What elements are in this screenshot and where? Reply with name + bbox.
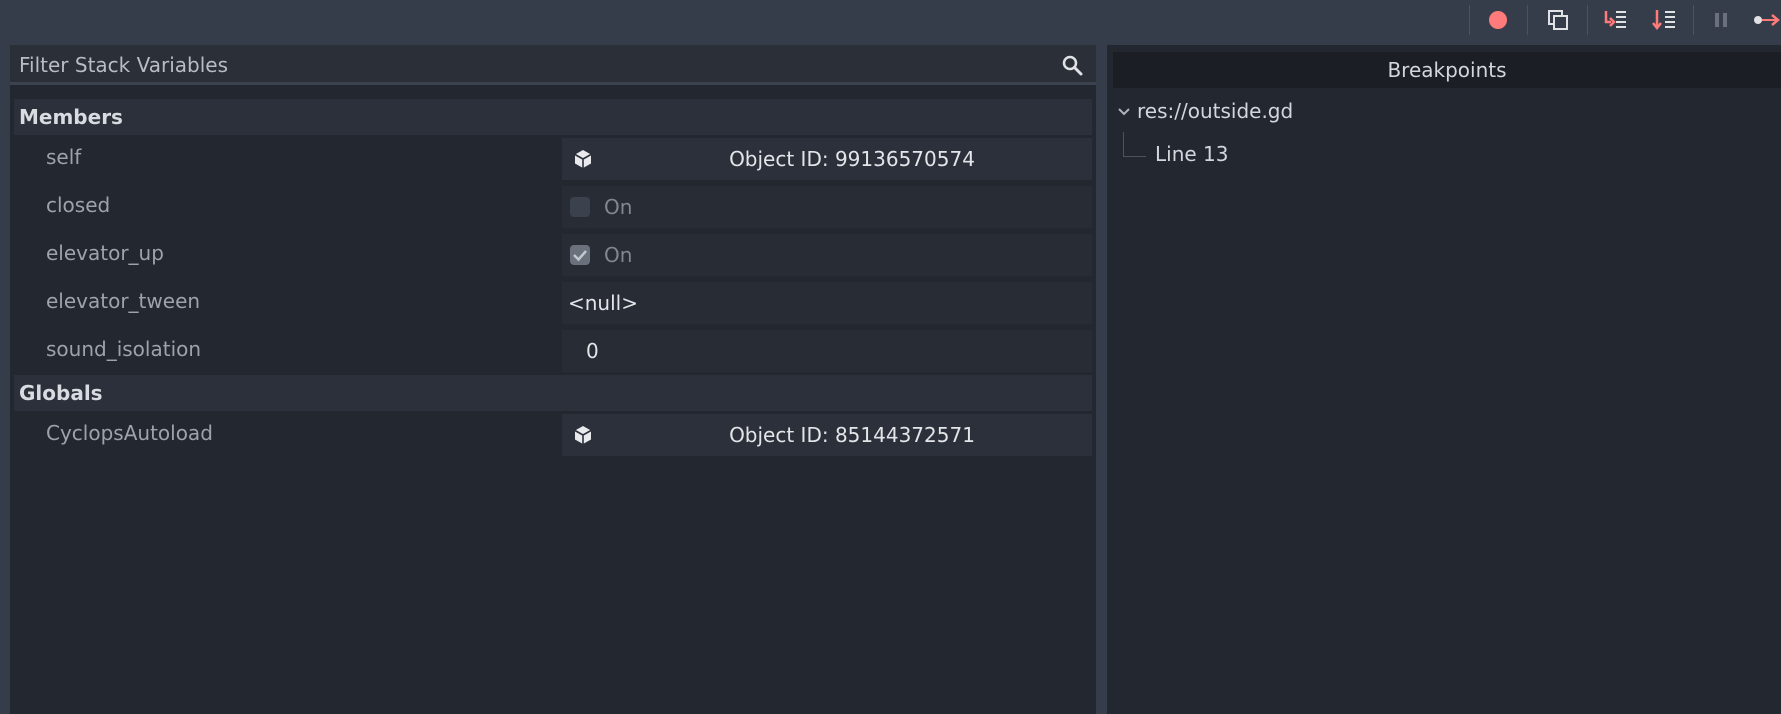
- variable-row-cyclops-autoload[interactable]: CyclopsAutoload Object ID: 85144372571: [14, 411, 1092, 459]
- checkmark-icon: [573, 250, 587, 262]
- continue-button[interactable]: [1752, 6, 1781, 34]
- object-value-field[interactable]: Object ID: 99136570574: [562, 138, 1092, 180]
- object-value-field[interactable]: Object ID: 85144372571: [562, 414, 1092, 456]
- object-id-text: Object ID: 99136570574: [729, 147, 975, 171]
- step-over-button[interactable]: [1649, 6, 1679, 34]
- step-over-icon: [1652, 10, 1675, 31]
- variable-name: elevator_up: [46, 241, 164, 265]
- breakpoints-header: Breakpoints: [1113, 52, 1781, 88]
- breakpoint-file-item[interactable]: res://outside.gd: [1107, 97, 1781, 127]
- filter-bar: [10, 45, 1096, 85]
- step-into-icon: [1604, 11, 1626, 28]
- variable-row-elevator-up[interactable]: elevator_up On: [14, 231, 1092, 279]
- tree-guide-line: [1123, 132, 1146, 157]
- filter-stack-variables-input[interactable]: [19, 52, 1029, 78]
- breakpoint-line-item[interactable]: Line 13: [1107, 132, 1781, 170]
- checkbox-label: On: [604, 195, 633, 219]
- variable-name: sound_isolation: [46, 337, 202, 361]
- breakpoint-file-label: res://outside.gd: [1137, 99, 1294, 123]
- record-button[interactable]: [1483, 6, 1513, 34]
- number-value-field[interactable]: 0: [562, 330, 1092, 372]
- globals-title: Globals: [19, 381, 103, 405]
- members-section-header[interactable]: Members: [14, 99, 1092, 135]
- toolbar-separator: [1527, 5, 1528, 35]
- object-id-text: Object ID: 85144372571: [729, 423, 975, 447]
- bool-value-field[interactable]: On: [562, 186, 1092, 228]
- globals-section-header[interactable]: Globals: [14, 375, 1092, 411]
- continue-icon: [1754, 14, 1780, 26]
- bool-value-field[interactable]: On: [562, 234, 1092, 276]
- pause-button[interactable]: [1706, 6, 1736, 34]
- null-value: <null>: [568, 291, 638, 315]
- checkbox-checked[interactable]: [570, 245, 590, 265]
- variable-row-sound-isolation[interactable]: sound_isolation 0: [14, 327, 1092, 375]
- record-icon: [1489, 11, 1507, 29]
- variable-name: self: [46, 145, 82, 169]
- variable-row-closed[interactable]: closed On: [14, 183, 1092, 231]
- toolbar-separator: [1693, 5, 1694, 35]
- copy-button[interactable]: [1543, 6, 1573, 34]
- copy-icon: [1548, 10, 1568, 30]
- toolbar-separator: [1587, 5, 1588, 35]
- breakpoint-line-label: Line 13: [1155, 142, 1229, 166]
- stack-variables-panel: Members self Object ID: 99136570574 clos…: [10, 45, 1096, 714]
- chevron-down-icon[interactable]: [1117, 105, 1131, 119]
- breakpoints-panel: Breakpoints res://outside.gd Line 13: [1107, 45, 1781, 714]
- checkbox-label: On: [604, 243, 633, 267]
- variable-row-elevator-tween[interactable]: elevator_tween <null>: [14, 279, 1092, 327]
- step-into-button[interactable]: [1600, 6, 1630, 34]
- toolbar-separator: [1469, 5, 1470, 35]
- variable-name: closed: [46, 193, 111, 217]
- variable-row-self[interactable]: self Object ID: 99136570574: [14, 135, 1092, 183]
- debugger-toolbar: [0, 0, 1781, 40]
- members-title: Members: [19, 105, 123, 129]
- variable-name: CyclopsAutoload: [46, 421, 213, 445]
- null-value-field[interactable]: <null>: [562, 282, 1092, 324]
- variable-name: elevator_tween: [46, 289, 201, 313]
- checkbox-unchecked[interactable]: [570, 197, 590, 217]
- number-value: 0: [586, 339, 599, 363]
- pause-icon: [1715, 13, 1727, 27]
- search-icon[interactable]: [1061, 54, 1083, 76]
- variables-tree: Members self Object ID: 99136570574 clos…: [14, 99, 1092, 459]
